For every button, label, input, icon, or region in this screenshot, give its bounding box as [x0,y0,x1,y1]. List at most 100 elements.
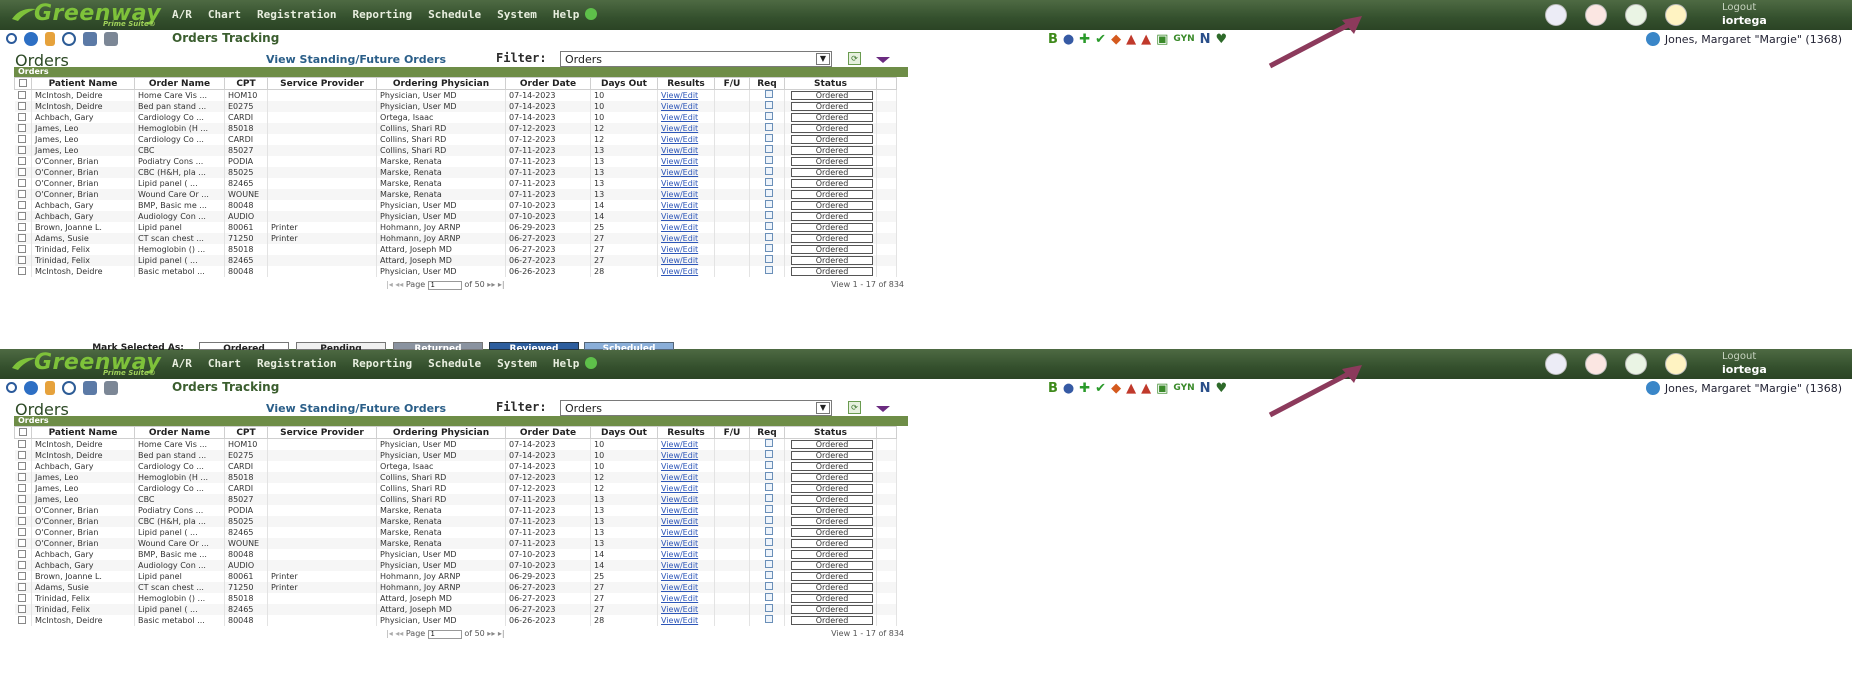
status-select[interactable]: Ordered [791,593,873,603]
patient-banner[interactable]: Jones, Margaret "Margie" (1368) [1645,381,1842,395]
status-select[interactable]: Ordered [791,112,873,122]
star-icon[interactable] [1665,353,1687,375]
view-edit-link[interactable]: View/Edit [661,605,698,614]
view-edit-link[interactable]: View/Edit [661,135,698,144]
row-checkbox[interactable] [17,101,26,110]
table-row[interactable]: McIntosh, Deidre Bed pan stand ... E0275 Ph… [14,449,897,461]
page-input[interactable] [427,281,462,290]
status-select[interactable]: Ordered [791,123,873,133]
row-checkbox-cell[interactable] [14,265,32,277]
table-row[interactable]: Trinidad, Felix Lipid panel ( ... 82465 Att… [14,254,897,266]
column-header[interactable]: F/U [714,426,750,439]
row-checkbox-cell[interactable] [14,614,32,626]
view-edit-link[interactable]: View/Edit [661,506,698,515]
clock-icon[interactable] [62,32,76,46]
n-icon[interactable]: N [1200,381,1211,396]
status-select[interactable]: Ordered [791,266,873,276]
select-all-checkbox[interactable] [19,78,27,87]
status-select[interactable]: Ordered [791,494,873,504]
filter-icon[interactable] [45,32,55,46]
mark-returned-button[interactable]: Returned [393,342,483,350]
view-edit-link[interactable]: View/Edit [661,572,698,581]
column-header[interactable]: Order Date [505,426,591,439]
table-row[interactable]: McIntosh, Deidre Basic metabol ... 80048 Ph… [14,265,897,277]
requisition-icon[interactable] [764,527,773,535]
row-checkbox-cell[interactable] [14,177,32,189]
row-checkbox[interactable] [17,156,26,165]
row-checkbox-cell[interactable] [14,570,32,582]
view-edit-link[interactable]: View/Edit [661,234,698,243]
view-edit-link[interactable]: View/Edit [661,484,698,493]
logout-label[interactable]: Logout [1722,351,1756,362]
row-checkbox-cell[interactable] [14,460,32,472]
row-checkbox-cell[interactable] [14,471,32,483]
row-checkbox[interactable] [17,571,26,580]
view-edit-link[interactable]: View/Edit [661,201,698,210]
requisition-icon[interactable] [764,516,773,524]
row-checkbox-cell[interactable] [14,188,32,200]
first-page-icon[interactable]: |◂ ◂◂ [386,629,403,638]
check-icon[interactable]: ✔ [1095,32,1106,47]
row-checkbox[interactable] [17,167,26,176]
requisition-icon[interactable] [764,439,773,448]
column-header[interactable]: Days Out [590,77,658,90]
status-select[interactable]: Ordered [791,178,873,188]
menu-chart[interactable]: Chart [208,8,241,21]
message-icon[interactable] [1585,353,1607,375]
status-select[interactable]: Ordered [791,134,873,144]
requisition-icon[interactable] [764,145,773,153]
table-row[interactable]: James, Leo Cardiology Co ... CARDI Collins,… [14,133,897,145]
column-header[interactable]: CPT [224,426,268,439]
requisition-icon[interactable] [764,615,773,623]
plus-icon[interactable]: ✚ [1079,381,1090,396]
column-header[interactable]: Ordering Physician [376,77,506,90]
row-checkbox[interactable] [17,266,26,275]
view-edit-link[interactable]: View/Edit [661,91,698,100]
column-header[interactable]: Ordering Physician [376,426,506,439]
status-select[interactable]: Ordered [791,145,873,155]
menu-system[interactable]: System [497,8,537,21]
row-checkbox-cell[interactable] [14,100,32,112]
status-select[interactable]: Ordered [791,200,873,210]
row-checkbox[interactable] [17,549,26,558]
row-checkbox[interactable] [17,505,26,514]
eye-icon[interactable]: ● [1063,32,1074,47]
table-row[interactable]: Achbach, Gary Audiology Con ... AUDIO Physi… [14,210,897,222]
plus-icon[interactable]: ✚ [1079,32,1090,47]
row-checkbox[interactable] [17,494,26,503]
n-icon[interactable]: N [1200,32,1211,47]
column-header[interactable]: Results [657,77,715,90]
row-checkbox[interactable] [17,450,26,459]
status-select[interactable]: Ordered [791,255,873,265]
standing-orders-link[interactable]: View Standing/Future Orders [266,402,446,415]
row-checkbox[interactable] [17,145,26,154]
row-checkbox-cell[interactable] [14,133,32,145]
row-checkbox-cell[interactable] [14,254,32,266]
row-checkbox-cell[interactable] [14,111,32,123]
column-header[interactable]: Days Out [590,426,658,439]
view-edit-link[interactable]: View/Edit [661,594,698,603]
requisition-icon[interactable] [764,604,773,612]
status-select[interactable]: Ordered [791,233,873,243]
status-select[interactable]: Ordered [791,571,873,581]
row-checkbox[interactable] [17,178,26,187]
view-edit-link[interactable]: View/Edit [661,168,698,177]
pin-icon[interactable]: ◆ [1111,381,1121,396]
alert-icon[interactable]: ▲ [1126,381,1136,396]
row-checkbox[interactable] [17,560,26,569]
view-edit-link[interactable]: View/Edit [661,473,698,482]
requisition-icon[interactable] [764,134,773,142]
status-select[interactable]: Ordered [791,222,873,232]
requisition-icon[interactable] [764,167,773,175]
table-row[interactable]: Adams, Susie CT scan chest ... 71250 Printe… [14,232,897,244]
patient-banner[interactable]: Jones, Margaret "Margie" (1368) [1645,32,1842,46]
view-edit-link[interactable]: View/Edit [661,190,698,199]
info-icon[interactable] [24,32,38,46]
row-checkbox-cell[interactable] [14,449,32,461]
refresh-icon[interactable]: ⟳ [848,401,861,414]
view-edit-link[interactable]: View/Edit [661,517,698,526]
row-checkbox[interactable] [17,255,26,264]
requisition-icon[interactable] [764,101,773,109]
status-select[interactable]: Ordered [791,156,873,166]
column-header[interactable]: Service Provider [267,77,377,90]
